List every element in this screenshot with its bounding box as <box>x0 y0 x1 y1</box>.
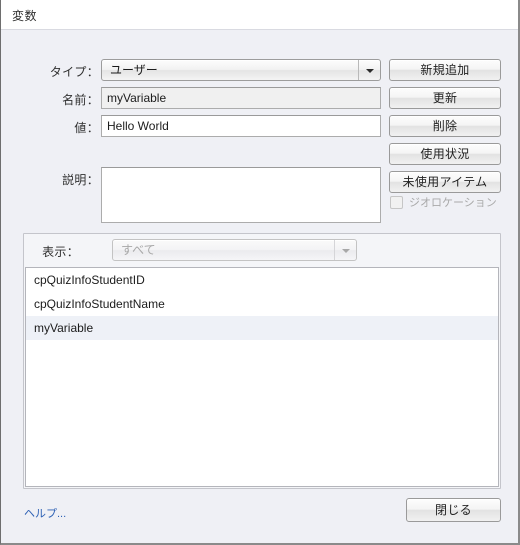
variable-form: タイプ： ユーザー 名前： myVariable 値： Hello World … <box>1 31 518 226</box>
update-button[interactable]: 更新 <box>389 87 501 109</box>
value-label: 値： <box>74 121 99 135</box>
close-button[interactable]: 閉じる <box>406 498 501 522</box>
geolocation-checkbox-row[interactable]: ジオロケーション <box>390 194 497 210</box>
filter-label: 表示： <box>42 245 79 259</box>
list-item[interactable]: cpQuizInfoStudentID <box>26 268 498 292</box>
type-dropdown-arrowbox <box>358 60 380 80</box>
chevron-down-icon <box>342 249 350 253</box>
dialog-footer: ヘルプ... 閉じる <box>1 490 518 543</box>
name-label: 名前： <box>62 93 99 107</box>
help-link[interactable]: ヘルプ... <box>24 505 66 521</box>
type-label: タイプ： <box>49 65 99 79</box>
type-dropdown-value: ユーザー <box>110 63 158 77</box>
dialog-titlebar: 変数 <box>1 0 518 30</box>
usage-button[interactable]: 使用状況 <box>389 143 501 165</box>
unused-items-button[interactable]: 未使用アイテム <box>389 171 501 193</box>
list-toolbar: 表示： すべて <box>24 234 500 266</box>
description-textarea[interactable] <box>101 167 381 223</box>
variables-listbox[interactable]: cpQuizInfoStudentID cpQuizInfoStudentNam… <box>25 267 499 487</box>
add-new-button[interactable]: 新規追加 <box>389 59 501 81</box>
chevron-down-icon <box>366 69 374 73</box>
geolocation-label: ジオロケーション <box>409 197 497 209</box>
value-input[interactable]: Hello World <box>101 115 381 137</box>
name-input[interactable]: myVariable <box>101 87 381 109</box>
variables-list-panel: 表示： すべて cpQuizInfoStudentID cpQuizInfoSt… <box>23 233 501 489</box>
filter-dropdown-arrowbox <box>334 240 356 260</box>
list-item[interactable]: myVariable <box>26 316 498 340</box>
delete-button[interactable]: 削除 <box>389 115 501 137</box>
variables-dialog: 変数 タイプ： ユーザー 名前： myVariable 値： Hello Wor… <box>0 0 520 545</box>
type-dropdown[interactable]: ユーザー <box>101 59 381 81</box>
geolocation-checkbox[interactable] <box>390 195 403 209</box>
description-label: 説明： <box>62 173 99 187</box>
filter-dropdown-value: すべて <box>121 243 156 257</box>
list-item[interactable]: cpQuizInfoStudentName <box>26 292 498 316</box>
filter-dropdown[interactable]: すべて <box>112 239 357 261</box>
dialog-title: 変数 <box>12 9 38 23</box>
